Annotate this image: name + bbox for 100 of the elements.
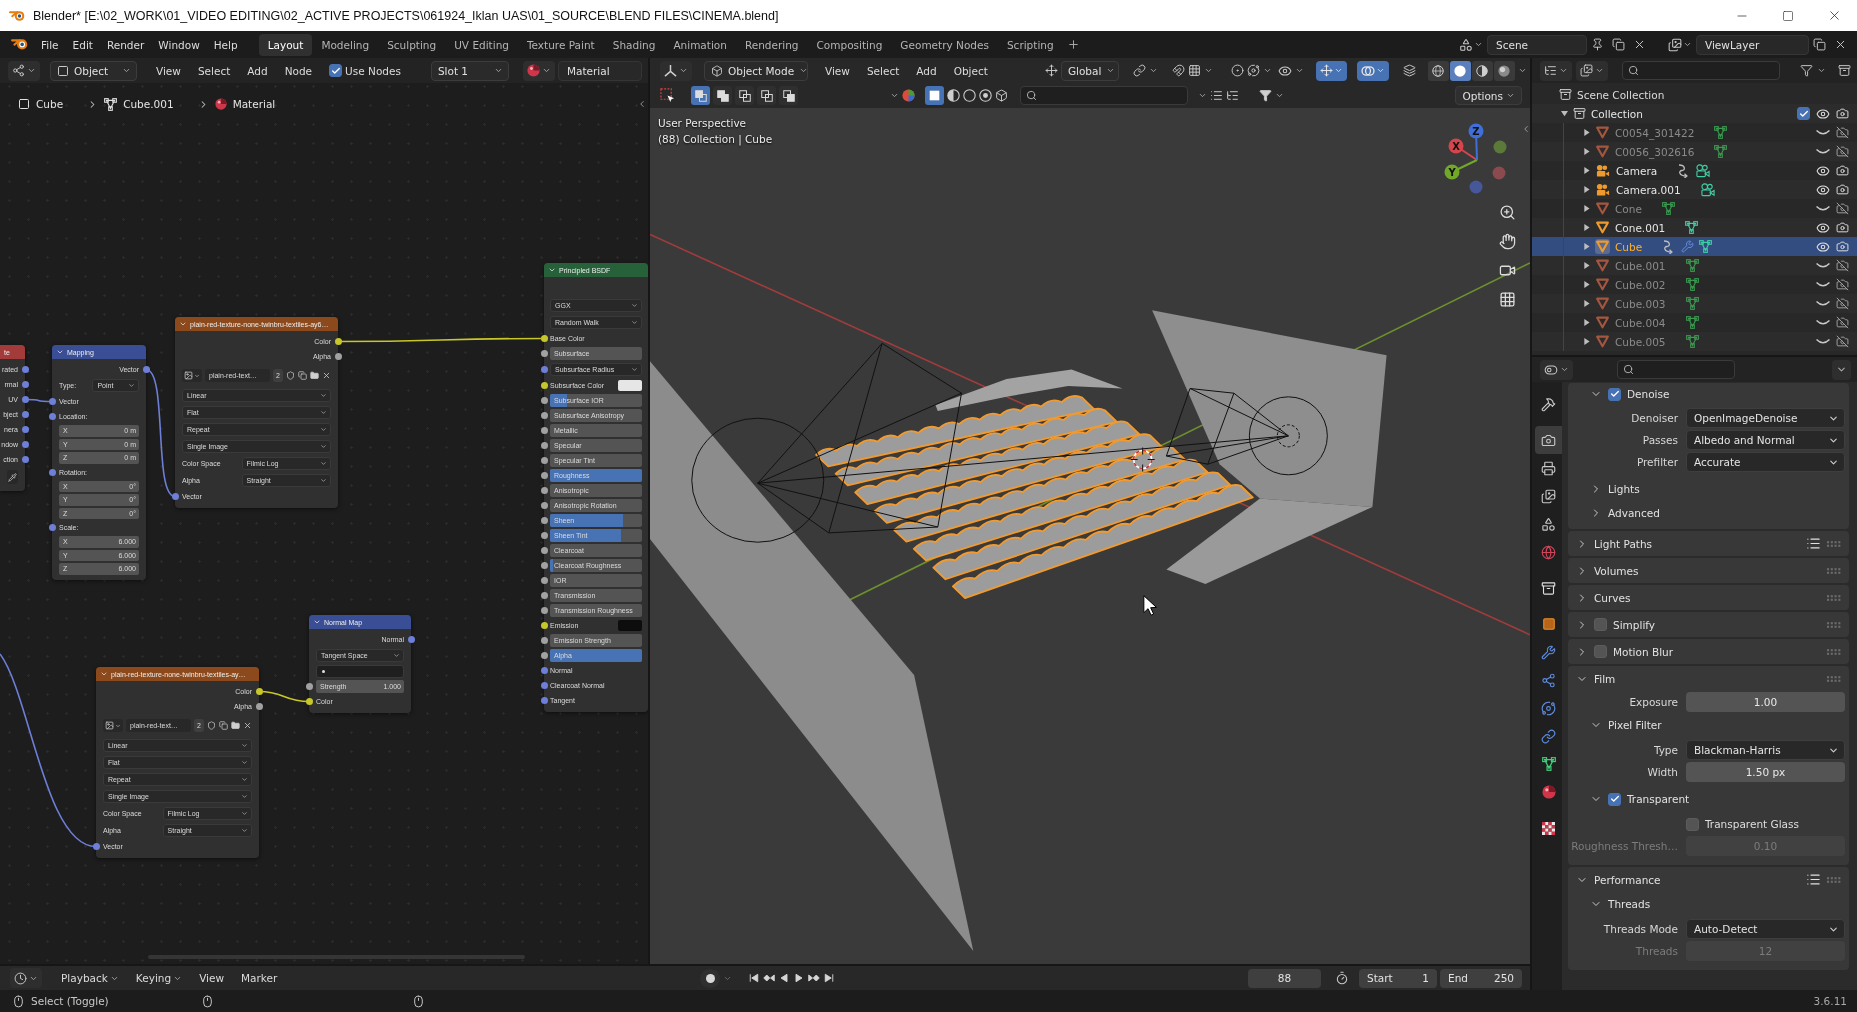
socket-dot-icon[interactable] bbox=[48, 468, 56, 476]
menu-item[interactable]: Select bbox=[859, 60, 907, 81]
start-frame-field[interactable]: Start 1 bbox=[1359, 968, 1437, 988]
socket-dot-icon[interactable] bbox=[540, 562, 548, 569]
seat-row[interactable] bbox=[952, 484, 1254, 599]
wall-plane[interactable] bbox=[1152, 310, 1387, 507]
socket-dot-icon[interactable] bbox=[48, 398, 56, 405]
link-icon[interactable] bbox=[1132, 64, 1146, 77]
image-browse-button[interactable] bbox=[182, 369, 202, 382]
menu-item[interactable]: Keying bbox=[128, 968, 190, 988]
seat-row[interactable] bbox=[854, 420, 1141, 505]
circle-icon[interactable] bbox=[963, 89, 976, 102]
copy-icon[interactable] bbox=[219, 721, 228, 730]
dropdown[interactable]: Accurate bbox=[1686, 452, 1845, 472]
tree-item-label[interactable]: Scene Collection bbox=[1577, 88, 1665, 101]
checkbox[interactable] bbox=[1686, 817, 1699, 831]
outliner-row[interactable]: Cube bbox=[1532, 237, 1857, 256]
outliner-row[interactable]: Cube.001 bbox=[1532, 256, 1857, 275]
wall-plane[interactable] bbox=[650, 361, 974, 951]
checkbox[interactable] bbox=[1608, 387, 1621, 401]
shading-button[interactable] bbox=[1427, 60, 1449, 81]
auto-keying-button[interactable] bbox=[700, 968, 721, 988]
closed-eye-icon[interactable] bbox=[1816, 338, 1830, 345]
color-swatch[interactable] bbox=[618, 380, 642, 391]
expand-triangle-icon[interactable] bbox=[1583, 167, 1590, 174]
axis-handle[interactable]: X bbox=[1448, 138, 1478, 161]
menu-item[interactable]: Add bbox=[240, 60, 275, 81]
socket-dot-icon[interactable] bbox=[540, 697, 548, 704]
search-field[interactable] bbox=[1617, 360, 1735, 379]
grid-icon[interactable] bbox=[1187, 64, 1201, 77]
seat-row[interactable] bbox=[893, 446, 1186, 543]
closed-eye-icon[interactable] bbox=[1816, 205, 1830, 212]
plus-icon[interactable] bbox=[1066, 38, 1080, 51]
workspace-tab[interactable]: Modeling bbox=[312, 33, 379, 56]
ring-icon[interactable] bbox=[979, 89, 992, 102]
checkbox[interactable] bbox=[1797, 107, 1810, 120]
socket-dot-icon[interactable] bbox=[171, 493, 179, 500]
menu-item[interactable]: Edit bbox=[65, 33, 100, 56]
pin-icon[interactable] bbox=[1591, 38, 1604, 51]
socket-dot-icon[interactable] bbox=[540, 335, 548, 342]
move-arrows-icon[interactable] bbox=[1044, 64, 1058, 77]
outliner-row[interactable]: C0056_302616 bbox=[1532, 142, 1857, 161]
half-circle-icon[interactable] bbox=[947, 89, 960, 102]
socket-dot-icon[interactable] bbox=[540, 502, 548, 509]
menu-item[interactable]: View bbox=[818, 60, 857, 81]
workspace-tab[interactable]: Sculpting bbox=[378, 33, 446, 56]
workspace-tab[interactable]: Texture Paint bbox=[517, 33, 604, 56]
workspace-tab[interactable]: Layout bbox=[258, 33, 313, 56]
panel-header[interactable]: Performance bbox=[1568, 867, 1849, 892]
workspace-tab[interactable]: Animation bbox=[664, 33, 736, 56]
number-field[interactable]: 1.00 bbox=[1686, 692, 1845, 712]
dropdown[interactable]: Auto-Detect bbox=[1686, 919, 1845, 939]
number-field[interactable]: 1.50 px bbox=[1686, 762, 1845, 782]
camera-off-icon[interactable] bbox=[1836, 259, 1849, 272]
seat-row[interactable] bbox=[834, 407, 1118, 487]
dot-icon[interactable] bbox=[1493, 140, 1507, 154]
camera-off-icon[interactable] bbox=[1836, 297, 1849, 310]
camera-icon[interactable] bbox=[1836, 183, 1849, 196]
panel-header[interactable]: Film bbox=[1568, 666, 1849, 691]
selection-mode-button[interactable] bbox=[713, 86, 732, 105]
gizmo-toggle[interactable] bbox=[1315, 60, 1347, 81]
shading-button[interactable] bbox=[1471, 60, 1493, 81]
list-icon[interactable] bbox=[1806, 872, 1821, 887]
copy-icon[interactable] bbox=[1612, 38, 1625, 51]
camera-off-icon[interactable] bbox=[1836, 278, 1849, 291]
menu-item[interactable]: Node bbox=[277, 60, 320, 81]
jump-to-end-icon[interactable] bbox=[823, 972, 836, 984]
subpanel-header[interactable]: Denoise bbox=[1568, 383, 1849, 405]
list-icon[interactable] bbox=[1210, 89, 1223, 102]
outliner-row[interactable]: Camera.001 bbox=[1532, 180, 1857, 199]
panel-header[interactable]: Curves bbox=[1568, 585, 1849, 610]
close-icon[interactable] bbox=[1834, 38, 1847, 51]
list-icon[interactable] bbox=[1806, 536, 1821, 551]
outliner-row[interactable]: Collection bbox=[1532, 104, 1857, 123]
checkbox[interactable] bbox=[1594, 618, 1607, 631]
socket-dot-icon[interactable] bbox=[540, 350, 548, 357]
subpanel-header[interactable]: Pixel Filter bbox=[1568, 713, 1849, 737]
archive-icon[interactable] bbox=[1838, 64, 1851, 77]
workspace-tab[interactable]: Scripting bbox=[997, 33, 1063, 56]
seat-row[interactable] bbox=[815, 395, 1096, 468]
folder-icon[interactable] bbox=[310, 371, 319, 380]
expand-triangle-icon[interactable] bbox=[1583, 205, 1590, 212]
end-frame-field[interactable]: End 250 bbox=[1440, 968, 1522, 988]
socket-dot-icon[interactable] bbox=[540, 412, 548, 419]
menu-item[interactable]: Render bbox=[99, 33, 152, 56]
dropdown[interactable]: Blackman-Harris bbox=[1686, 740, 1845, 760]
hand-icon[interactable] bbox=[1499, 233, 1516, 250]
dot-icon[interactable] bbox=[1492, 166, 1506, 180]
3d-viewport[interactable]: Object Mode View Select Add Object Global Options User Perspective (88) Collection | Cube X Y Z bbox=[650, 58, 1530, 964]
image-browse-button[interactable] bbox=[103, 719, 123, 732]
socket-dot-icon[interactable] bbox=[255, 703, 263, 710]
socket-dot-icon[interactable] bbox=[540, 487, 548, 494]
shading-button[interactable] bbox=[1449, 60, 1471, 81]
expand-triangle-icon[interactable] bbox=[1583, 300, 1590, 307]
copy-icon[interactable] bbox=[1813, 38, 1826, 51]
view-layer-field[interactable]: ViewLayer bbox=[1696, 34, 1809, 55]
shapes-icon[interactable] bbox=[1459, 37, 1473, 52]
material-field[interactable]: Material bbox=[557, 60, 642, 81]
menu-item[interactable]: Select bbox=[190, 60, 238, 81]
shield-icon[interactable] bbox=[286, 371, 295, 380]
